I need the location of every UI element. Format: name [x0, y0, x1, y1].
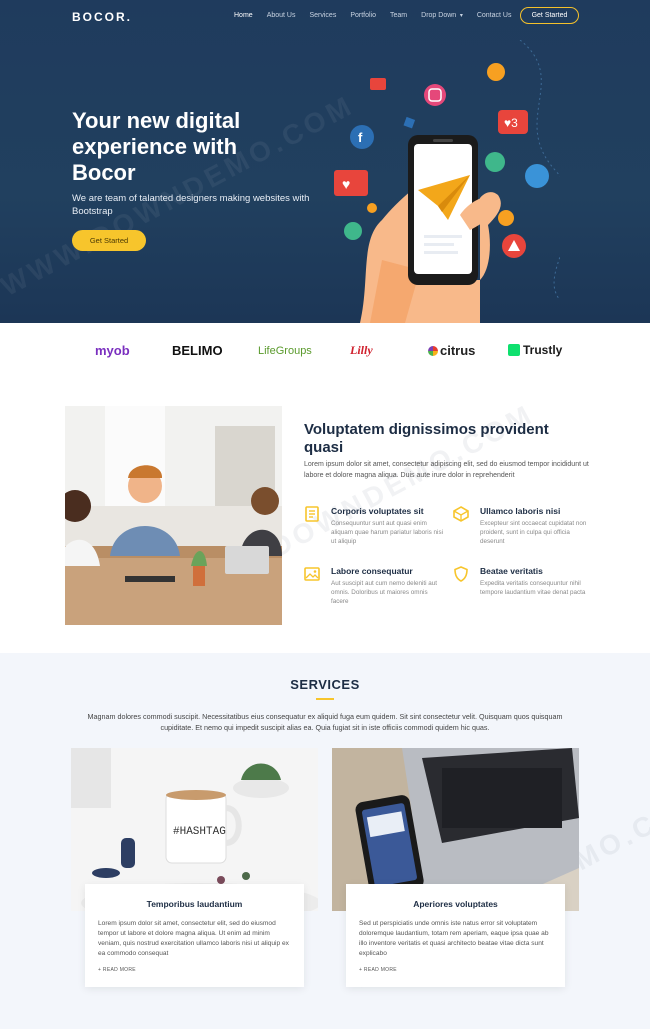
about-description: Lorem ipsum dolor sit amet, consectetur …	[304, 461, 589, 479]
client-logo-lifegroups: LifeGroups	[258, 345, 312, 357]
hero-illustration: f ♥3 ♥	[334, 40, 560, 323]
client-logo-belimo: BELIMO	[172, 343, 223, 358]
team-meeting-image	[65, 406, 282, 625]
nav-item-dropdown-label: Drop Down	[421, 12, 457, 19]
hero-get-started-button[interactable]: Get Started	[72, 230, 146, 251]
client-logo-citrus: citrus	[428, 343, 475, 358]
svg-text:#HASHTAG: #HASHTAG	[173, 826, 226, 838]
site-logo[interactable]: BOCOR.	[72, 10, 132, 24]
hero-title: Your new digital experience with Bocor	[72, 108, 241, 185]
service-card-title[interactable]: Aperiores voluptates	[346, 899, 565, 909]
feature-text: Expedita veritatis consequuntur nihil te…	[480, 580, 586, 596]
read-more-link[interactable]: + READ MORE	[359, 967, 552, 973]
shield-icon	[454, 566, 468, 582]
hero-subtitle: We are team of talanted designers making…	[72, 193, 310, 217]
feature-text: Aut suscipit aut cum nemo deleniti aut o…	[331, 580, 438, 605]
nav-item-dropdown[interactable]: Drop Down ▾	[421, 12, 463, 19]
service-card: Temporibus laudantium Lorem ipsum dolor …	[85, 884, 304, 987]
services-description: Magnam dolores commodi suscipit. Necessi…	[87, 712, 563, 732]
feature-title: Ullamco laboris nisi	[480, 506, 561, 516]
receipt-icon	[305, 506, 319, 522]
feature-title: Beatae veritatis	[480, 566, 543, 576]
feature-text: Excepteur sint occaecat cupidatat non pr…	[480, 520, 587, 545]
svg-text:f: f	[358, 130, 363, 145]
nav-item-services[interactable]: Services	[309, 12, 336, 19]
nav-get-started-button[interactable]: Get Started	[520, 7, 579, 24]
citrus-icon	[428, 346, 438, 356]
service-card: Aperiores voluptates Sed ut perspiciatis…	[346, 884, 565, 987]
clients-section: myob BELIMO LifeGroups Lilly citrus Trus…	[0, 323, 650, 379]
chevron-down-icon: ▾	[458, 13, 463, 19]
feature-title: Labore consequatur	[331, 566, 413, 576]
nav-item-home[interactable]: Home	[234, 12, 253, 19]
nav-item-about[interactable]: About Us	[267, 12, 296, 19]
services-title: SERVICES	[290, 677, 360, 692]
svg-text:♥: ♥	[342, 176, 350, 192]
nav-item-portfolio[interactable]: Portfolio	[350, 12, 376, 19]
svg-text:♥3: ♥3	[504, 116, 518, 130]
read-more-link[interactable]: + READ MORE	[98, 967, 291, 973]
client-logo-trustly: Trustly	[508, 343, 562, 357]
about-section: WWW.DOWNDEMO.COM Voluptatem dignissimos …	[0, 379, 650, 653]
client-logo-trustly-label: Trustly	[523, 343, 563, 357]
top-navbar: BOCOR. Home About Us Services Portfolio …	[0, 0, 650, 34]
feature-text: Consequuntur sunt aut quasi enim aliquam…	[331, 520, 444, 545]
nav-item-team[interactable]: Team	[390, 12, 407, 19]
service-card-text: Sed ut perspiciatis unde omnis iste natu…	[359, 920, 549, 957]
services-section: WWW.DOWNDEMO.COM SERVICES Magnam dolores…	[0, 653, 650, 1029]
hero-section: WWW.DOWNDEMO.COM BOCOR. Home About Us Se…	[0, 0, 650, 323]
service-card-text: Lorem ipsum dolor sit amet, consectetur …	[98, 920, 289, 957]
client-logo-citrus-label: citrus	[440, 343, 476, 358]
image-icon	[304, 567, 320, 581]
title-underline	[316, 698, 334, 700]
client-logo-lilly: Lilly	[350, 343, 373, 357]
main-nav: Home About Us Services Portfolio Team Dr…	[234, 12, 525, 19]
service-card-title[interactable]: Temporibus laudantium	[85, 899, 304, 909]
about-title: Voluptatem dignissimos provident quasi	[304, 421, 549, 456]
nav-item-contact[interactable]: Contact Us	[477, 12, 512, 19]
feature-title: Corporis voluptates sit	[331, 506, 424, 516]
client-logo-myob: myob	[95, 343, 130, 358]
trustly-icon	[508, 344, 520, 356]
cube-icon	[453, 506, 469, 522]
